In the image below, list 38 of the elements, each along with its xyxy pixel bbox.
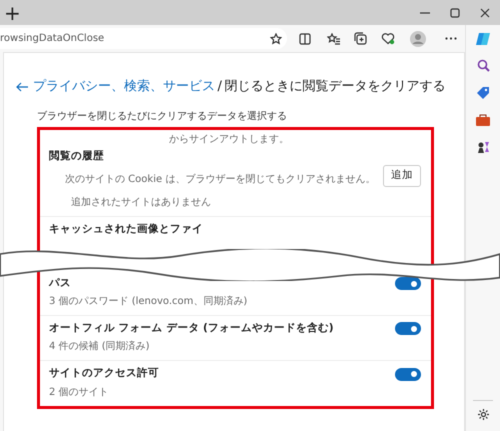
new-tab-button[interactable]: + bbox=[0, 2, 21, 22]
section-title: サイトのアクセス許可 bbox=[49, 366, 160, 382]
star-icon[interactable] bbox=[270, 32, 282, 44]
breadcrumb-separator: / bbox=[218, 79, 222, 94]
signout-note: からサインアウトします。 bbox=[168, 132, 290, 146]
section-title: オートフィル フォーム データ (フォームやカードを含む) bbox=[49, 321, 335, 336]
toolbox-icon[interactable] bbox=[476, 114, 490, 126]
favorites-icon[interactable] bbox=[326, 32, 340, 44]
more-icon[interactable] bbox=[445, 37, 458, 40]
url-text: rowsingDataOnClose bbox=[0, 32, 106, 46]
split-screen-icon[interactable] bbox=[299, 32, 312, 44]
breadcrumb-link[interactable]: プライバシー、検索、サービス bbox=[33, 79, 215, 94]
search-icon[interactable] bbox=[476, 59, 490, 72]
section-description: 2 個のサイト bbox=[49, 386, 110, 400]
chess-piece-icon[interactable] bbox=[476, 140, 490, 154]
collections-icon[interactable] bbox=[354, 32, 368, 45]
section-title: 閲覧の履歴 bbox=[49, 149, 105, 164]
maximize-icon[interactable] bbox=[450, 8, 460, 18]
section-subtitle: ブラウザーを閉じるたびにクリアするデータを選択する bbox=[36, 110, 288, 124]
page-title: 閉じるときに閲覧データをクリアする bbox=[224, 79, 446, 94]
close-icon[interactable] bbox=[480, 8, 490, 18]
toggle-switch[interactable] bbox=[395, 277, 421, 290]
avatar-icon[interactable] bbox=[410, 30, 426, 46]
section-description: 4 件の候補 (同期済み) bbox=[49, 340, 151, 354]
heart-icon[interactable] bbox=[381, 32, 396, 45]
toggle-switch[interactable] bbox=[395, 322, 421, 336]
empty-list-text: 追加されたサイトはありません bbox=[70, 196, 212, 210]
tag-icon[interactable] bbox=[476, 86, 490, 100]
copilot-icon[interactable] bbox=[475, 30, 491, 46]
section-title: パス bbox=[49, 276, 72, 291]
back-arrow-icon[interactable] bbox=[16, 82, 28, 92]
add-button[interactable]: 追加 bbox=[383, 164, 421, 186]
section-description: 3 個のパスワード (lenovo.com、同期済み) bbox=[49, 294, 248, 309]
toggle-switch[interactable] bbox=[395, 368, 421, 381]
cookie-note: 次のサイトの Cookie は、ブラウザーを閉じてもクリアされません。 bbox=[65, 172, 376, 187]
settings-icon[interactable] bbox=[476, 408, 490, 421]
section-title: キャッシュされた画像とファイ bbox=[49, 222, 204, 237]
address-field[interactable]: rowsingDataOnClose bbox=[0, 28, 287, 49]
